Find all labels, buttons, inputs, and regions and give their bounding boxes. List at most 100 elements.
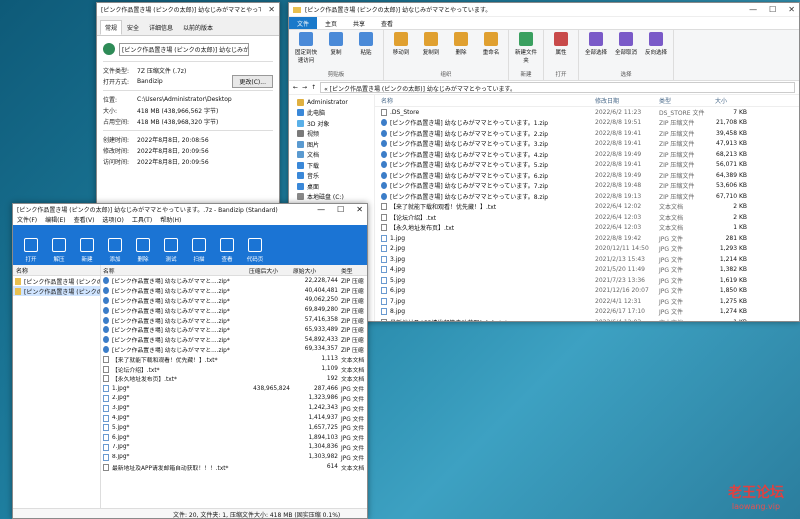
column-header[interactable]: 原始大小: [293, 266, 341, 275]
up-icon[interactable]: ↑: [311, 84, 316, 91]
archive-row[interactable]: [ピンク作品置き場] 幼なじみがママと....zip* 69,849,280 ZIP…: [101, 305, 367, 315]
nav-item[interactable]: 下载: [289, 160, 374, 171]
file-row[interactable]: [ピンク作品置き場] 幼なじみがママとやっています。1.zip 2022/8/8 …: [375, 118, 799, 129]
toolbar-button[interactable]: 扫描: [185, 238, 213, 263]
archive-row[interactable]: [ピンク作品置き場] 幼なじみがママと....zip* 49,062,250 ZIP…: [101, 296, 367, 306]
toolbar-button[interactable]: 解压: [45, 238, 73, 263]
archive-row[interactable]: [ピンク作品置き場] 幼なじみがママと....zip* 69,334,357 ZIP…: [101, 345, 367, 355]
column-header[interactable]: 修改日期: [595, 96, 659, 105]
menu-item[interactable]: 查看(V): [74, 215, 95, 225]
toolbar-button[interactable]: 添加: [101, 238, 129, 263]
file-row[interactable]: .DS_Store 2022/6/2 11:23 DS_STORE 文件 7 KB: [375, 107, 799, 118]
ribbon-button[interactable]: 删除: [448, 32, 474, 56]
archive-row[interactable]: 6.jpg* 1,894,103 JPG 文件: [101, 433, 367, 443]
address-field[interactable]: « [ピンク作品置き場 (ピンクの太郎)] 幼なじみがママとやっています。: [320, 82, 795, 93]
ribbon-button[interactable]: 复制: [323, 32, 349, 64]
ribbon-tab-2[interactable]: 共享: [345, 17, 373, 29]
file-row[interactable]: 4.jpg 2021/5/20 11:49 JPG 文件 1,382 KB: [375, 265, 799, 276]
file-row[interactable]: 7.jpg 2022/4/1 12:31 JPG 文件 1,275 KB: [375, 296, 799, 307]
file-row[interactable]: [ピンク作品置き場] 幼なじみがママとやっています。6.zip 2022/8/8 …: [375, 170, 799, 181]
ribbon-tab-0[interactable]: 文件: [289, 17, 318, 29]
file-row[interactable]: [ピンク作品置き場] 幼なじみがママとやっています。3.zip 2022/8/8 …: [375, 139, 799, 150]
archive-row[interactable]: 【永久地址发布页】.txt* 192 文本文档: [101, 374, 367, 384]
archive-row[interactable]: [ピンク作品置き場] 幼なじみがママと....zip* 22,228,744 ZIP…: [101, 276, 367, 286]
file-row[interactable]: 【论坛介绍】.txt 2022/6/4 12:03 文本文档 2 KB: [375, 212, 799, 223]
close-icon[interactable]: ✕: [356, 205, 363, 214]
archive-row[interactable]: 4.jpg* 1,414,937 JPG 文件: [101, 413, 367, 423]
ribbon-tab-3[interactable]: 查看: [373, 17, 401, 29]
minimize-icon[interactable]: —: [749, 5, 757, 14]
file-row[interactable]: 8.jpg 2022/6/17 17:10 JPG 文件 1,274 KB: [375, 307, 799, 318]
ribbon-button[interactable]: 复制到: [418, 32, 444, 56]
file-row[interactable]: 6.jpg 2021/12/16 20:07 JPG 文件 1,850 KB: [375, 286, 799, 297]
menu-item[interactable]: 选项(O): [102, 215, 123, 225]
file-row[interactable]: [ピンク作品置き場] 幼なじみがママとやっています。2.zip 2022/8/8 …: [375, 128, 799, 139]
ribbon-button[interactable]: 全部选择: [583, 32, 609, 56]
forward-icon[interactable]: →: [302, 84, 307, 91]
tree-item[interactable]: [ピンク作品置き場 (ピンクの太郎)]: [13, 276, 100, 286]
toolbar-button[interactable]: 查看: [213, 238, 241, 263]
column-header[interactable]: 压缩后大小: [249, 266, 293, 275]
file-name-field[interactable]: [ピンク作品置き場 (ピンクの太郎)] 幼なじみがママとやっています。.7z: [119, 42, 249, 56]
archive-row[interactable]: [ピンク作品置き場] 幼なじみがママと....zip* 40,404,481 ZIP…: [101, 286, 367, 296]
archive-row[interactable]: 1.jpg* 438,965,824 287,466 JPG 文件: [101, 384, 367, 394]
file-row[interactable]: 【永久地址发布页】.txt 2022/6/4 12:03 文本文档 1 KB: [375, 223, 799, 234]
back-icon[interactable]: ←: [293, 84, 298, 91]
nav-item[interactable]: 桌面: [289, 181, 374, 192]
tab-2[interactable]: 详细信息: [144, 20, 178, 35]
menu-item[interactable]: 编辑(E): [45, 215, 65, 225]
ribbon-button[interactable]: 属性: [548, 32, 574, 56]
ribbon-button[interactable]: 固定到快速访问: [293, 32, 319, 64]
change-button[interactable]: 更改(C)...: [232, 75, 273, 88]
toolbar-button[interactable]: 打开: [17, 238, 45, 263]
column-header[interactable]: 名称: [103, 266, 249, 275]
toolbar-button[interactable]: 测试: [157, 238, 185, 263]
archive-row[interactable]: 3.jpg* 1,242,343 JPG 文件: [101, 403, 367, 413]
ribbon-button[interactable]: 反向选择: [643, 32, 669, 56]
menu-item[interactable]: 工具(T): [132, 215, 152, 225]
tree-item[interactable]: [ピンク作品置き場 (ピンクの太郎)]...: [13, 286, 100, 296]
archive-row[interactable]: [ピンク作品置き場] 幼なじみがママと....zip* 54,892,433 ZIP…: [101, 335, 367, 345]
archive-row[interactable]: 5.jpg* 1,657,725 JPG 文件: [101, 423, 367, 433]
file-row[interactable]: 2.jpg 2020/12/11 14:50 JPG 文件 1,293 KB: [375, 244, 799, 255]
archive-row[interactable]: 2.jpg* 1,323,986 JPG 文件: [101, 394, 367, 404]
toolbar-button[interactable]: 代码页: [241, 238, 269, 263]
toolbar-button[interactable]: 新建: [73, 238, 101, 263]
nav-item[interactable]: 视频: [289, 129, 374, 140]
toolbar-button[interactable]: 删除: [129, 238, 157, 263]
close-icon[interactable]: ✕: [788, 5, 795, 14]
file-row[interactable]: 【来了就能下载和观看！优先藏！】.txt 2022/6/4 12:02 文本文档 2 …: [375, 202, 799, 213]
nav-item[interactable]: 音乐: [289, 171, 374, 182]
column-header[interactable]: 类型: [659, 96, 715, 105]
nav-item[interactable]: Administrator: [289, 97, 374, 108]
ribbon-button[interactable]: 全部取消: [613, 32, 639, 56]
column-header[interactable]: 类型: [341, 266, 367, 275]
column-header[interactable]: 大小: [715, 96, 751, 105]
maximize-icon[interactable]: ☐: [337, 205, 344, 214]
ribbon-button[interactable]: 新建文件夹: [513, 32, 539, 64]
file-row[interactable]: 5.jpg 2021/7/23 13:36 JPG 文件 1,619 KB: [375, 275, 799, 286]
tab-3[interactable]: 以前的版本: [178, 20, 218, 35]
nav-item[interactable]: 此电脑: [289, 108, 374, 119]
close-icon[interactable]: ✕: [268, 5, 275, 14]
minimize-icon[interactable]: —: [317, 205, 325, 214]
menu-item[interactable]: 帮助(H): [160, 215, 181, 225]
nav-item[interactable]: 3D 对象: [289, 118, 374, 129]
file-row[interactable]: [ピンク作品置き場] 幼なじみがママとやっています。4.zip 2022/8/8 …: [375, 149, 799, 160]
tab-0[interactable]: 常规: [100, 20, 123, 35]
ribbon-tab-1[interactable]: 主页: [317, 17, 345, 29]
tab-1[interactable]: 安全: [122, 20, 144, 35]
nav-item[interactable]: 图片: [289, 139, 374, 150]
file-row[interactable]: 3.jpg 2021/2/13 15:43 JPG 文件 1,214 KB: [375, 254, 799, 265]
nav-item[interactable]: 文档: [289, 150, 374, 161]
ribbon-button[interactable]: 移动到: [388, 32, 414, 56]
ribbon-button[interactable]: 粘贴: [353, 32, 379, 64]
file-row[interactable]: 1.jpg 2022/8/8 19:42 JPG 文件 281 KB: [375, 233, 799, 244]
file-row[interactable]: [ピンク作品置き場] 幼なじみがママとやっています。5.zip 2022/8/8 …: [375, 160, 799, 171]
maximize-icon[interactable]: ☐: [769, 5, 776, 14]
file-row[interactable]: [ピンク作品置き場] 幼なじみがママとやっています。7.zip 2022/8/8 …: [375, 181, 799, 192]
nav-item[interactable]: 本地磁盘 (C:): [289, 192, 374, 203]
file-row[interactable]: 最新地址及APP请发邮箱自动获取！！！.txt 2022/6/4 12:03文本文…: [375, 317, 799, 321]
archive-row[interactable]: 最新地址及APP请发邮箱自动获取！！！.txt* 614 文本文档: [101, 462, 367, 472]
column-header[interactable]: 名称: [381, 96, 595, 105]
